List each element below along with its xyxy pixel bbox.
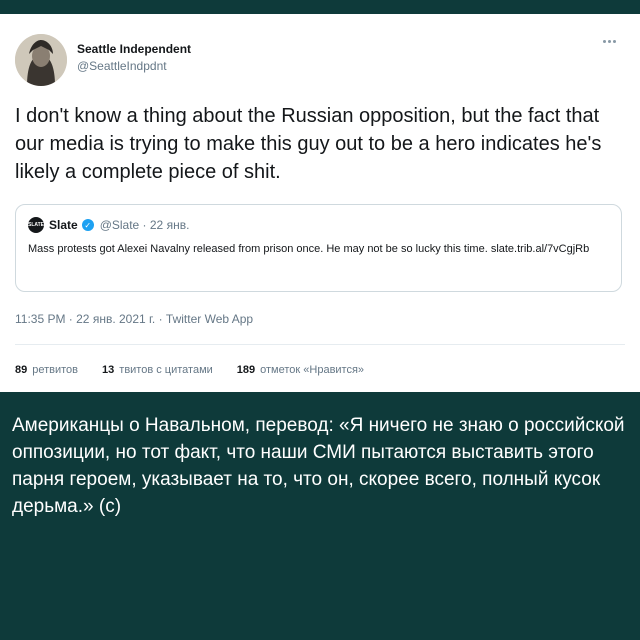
avatar[interactable] <box>15 34 67 86</box>
quotes-label: твитов с цитатами <box>119 364 213 376</box>
retweets-stat[interactable]: 89 ретвитов <box>15 364 78 376</box>
retweets-count: 89 <box>15 364 28 376</box>
likes-label: отметок «Нравится» <box>260 364 365 376</box>
tweet-meta: 11:35 PM · 22 янв. 2021 г. · Twitter Web… <box>15 312 254 326</box>
quote-header: SLATE Slate ✓ @Slate · 22 янв. <box>28 217 189 233</box>
quote-tweet[interactable]: SLATE Slate ✓ @Slate · 22 янв. Mass prot… <box>15 204 622 292</box>
quote-author-name[interactable]: Slate <box>49 218 78 232</box>
verified-icon: ✓ <box>81 219 94 231</box>
likes-count: 189 <box>236 364 256 376</box>
quotes-count: 13 <box>102 364 115 376</box>
tweet-text: I don't know a thing about the Russian o… <box>15 105 602 183</box>
quote-handle-date: @Slate · 22 янв. <box>99 218 190 232</box>
author-handle[interactable]: @SeattleIndpdnt <box>77 59 167 73</box>
caption-text: Американцы о Навальном, перевод: «Я ниче… <box>12 415 625 517</box>
slate-logo-icon: SLATE <box>28 217 44 233</box>
quotes-stat[interactable]: 13 твитов с цитатами <box>102 364 213 376</box>
likes-stat[interactable]: 189 отметок «Нравится» <box>237 364 364 376</box>
tweet-stats: 89 ретвитов 13 твитов с цитатами 189 отмето… <box>15 364 364 376</box>
quote-text: Mass protests got Alexei Navalny release… <box>28 243 590 255</box>
author-name[interactable]: Seattle Independent <box>77 42 191 56</box>
more-icon[interactable] <box>603 40 616 43</box>
tweet-card: Seattle Independent @SeattleIndpdnt I do… <box>0 14 640 392</box>
divider <box>15 344 625 345</box>
retweets-label: ретвитов <box>32 364 79 376</box>
